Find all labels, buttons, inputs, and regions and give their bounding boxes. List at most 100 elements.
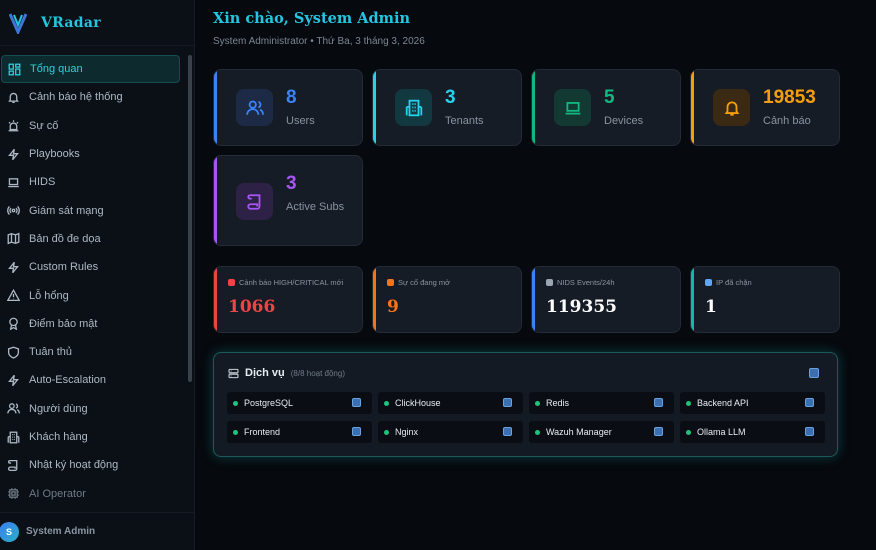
- service-detail-icon[interactable]: [805, 427, 814, 436]
- status-dot: [233, 429, 238, 435]
- sidebar-item-nhat-ky[interactable]: Nhật ký hoạt động: [0, 451, 186, 479]
- metric-title: Cảnh báo HIGH/CRITICAL mới: [239, 278, 344, 287]
- service-item[interactable]: Frontend: [227, 421, 372, 443]
- sidebar-item-canh-bao[interactable]: Cảnh báo hệ thống: [0, 83, 186, 111]
- stat-card-active-subs[interactable]: 3 Active Subs: [213, 155, 363, 246]
- service-detail-icon[interactable]: [805, 398, 814, 407]
- service-item[interactable]: Backend API: [680, 392, 825, 414]
- sidebar-item-label: Tuân thủ: [29, 346, 73, 359]
- service-name: Wazuh Manager: [546, 427, 612, 437]
- server-icon: [228, 368, 239, 378]
- service-item[interactable]: Nginx: [378, 421, 523, 443]
- service-detail-icon[interactable]: [654, 398, 663, 407]
- map-icon: [7, 233, 20, 245]
- stat-icon-box: [395, 89, 432, 126]
- service-item[interactable]: PostgreSQL: [227, 392, 372, 414]
- metric-card-high-critical[interactable]: Cảnh báo HIGH/CRITICAL mới 1066: [213, 266, 363, 333]
- sidebar-item-lo-hong[interactable]: Lỗ hổng: [0, 281, 186, 309]
- sidebar-item-su-co[interactable]: Sự cố: [0, 112, 186, 140]
- service-detail-icon[interactable]: [352, 427, 361, 436]
- stat-card-devices[interactable]: 5 Devices: [531, 69, 681, 146]
- sidebar-item-label: Cảnh báo hệ thống: [29, 91, 123, 104]
- bell-icon: [8, 92, 19, 103]
- shield-icon: [7, 346, 20, 359]
- sidebar-item-tuan-thu[interactable]: Tuân thủ: [0, 338, 186, 366]
- stat-value: 8: [286, 87, 297, 108]
- fire-icon: [387, 279, 394, 286]
- sidebar-item-ai-operator[interactable]: AI Operator: [0, 479, 186, 507]
- status-dot: [384, 400, 389, 406]
- sidebar-scrollbar[interactable]: [188, 55, 192, 382]
- metric-value: 1: [705, 297, 717, 317]
- metric-title-row: IP đã chặn: [705, 278, 752, 287]
- main-content: Xin chào, System Admin System Administra…: [195, 0, 876, 550]
- sidebar-item-nguoi-dung[interactable]: Người dùng: [0, 395, 186, 423]
- service-name: Backend API: [697, 398, 749, 408]
- users-icon: [7, 403, 20, 414]
- brand[interactable]: VRadar: [0, 0, 194, 46]
- scroll-icon: [8, 459, 18, 471]
- sidebar-item-label: Nhật ký hoạt động: [29, 459, 119, 472]
- sidebar-item-giam-sat-mang[interactable]: Giám sát mạng: [0, 196, 186, 224]
- stat-card-users[interactable]: 8 Users: [213, 69, 363, 146]
- sidebar-item-label: Khách hàng: [29, 431, 88, 443]
- warning-icon: [7, 289, 20, 302]
- status-dot: [384, 429, 389, 435]
- service-item[interactable]: Ollama LLM: [680, 421, 825, 443]
- service-detail-icon[interactable]: [503, 398, 512, 407]
- status-dot: [233, 400, 238, 406]
- stat-value: 3: [286, 173, 297, 194]
- satellite-icon: [546, 279, 553, 286]
- status-dot: [686, 400, 691, 406]
- stat-icon-box: [236, 183, 273, 220]
- laptop-icon: [8, 178, 19, 188]
- sidebar-item-label: Auto-Escalation: [29, 374, 107, 387]
- sidebar-item-label: Giám sát mạng: [29, 204, 104, 217]
- service-name: Ollama LLM: [697, 427, 746, 437]
- stat-label: Tenants: [445, 115, 484, 127]
- bell-icon: [724, 100, 739, 116]
- stat-icon-box: [554, 89, 591, 126]
- service-item[interactable]: Wazuh Manager: [529, 421, 674, 443]
- stat-card-tenants[interactable]: 3 Tenants: [372, 69, 522, 146]
- scroll-icon: [246, 193, 260, 210]
- stat-card-alerts[interactable]: 19853 Cảnh báo: [690, 69, 840, 146]
- service-detail-icon[interactable]: [503, 427, 512, 436]
- sidebar-item-label: Bản đồ đe dọa: [29, 232, 101, 245]
- sidebar-item-auto-escalation[interactable]: Auto-Escalation: [0, 366, 186, 394]
- sidebar-item-diem-bao-mat[interactable]: Điểm bảo mật: [0, 310, 186, 338]
- sidebar-item-label: Điểm bảo mật: [29, 317, 98, 330]
- sidebar-item-khach-hang[interactable]: Khách hàng: [0, 423, 186, 451]
- service-item[interactable]: ClickHouse: [378, 392, 523, 414]
- service-item[interactable]: Redis: [529, 392, 674, 414]
- sidebar-item-hids[interactable]: HIDS: [0, 168, 186, 196]
- metric-title: Sự cố đang mở: [398, 278, 451, 287]
- service-name: Frontend: [244, 427, 281, 437]
- sidebar-item-custom-rules[interactable]: Custom Rules: [0, 253, 186, 281]
- sidebar-item-label: Sự cố: [29, 119, 59, 132]
- metric-card-nids-events[interactable]: NIDS Events/24h 119355: [531, 266, 681, 333]
- sidebar-item-playbooks[interactable]: Playbooks: [0, 140, 186, 168]
- services-header: Dịch vụ (8/8 hoạt động): [228, 367, 345, 379]
- metric-card-blocked-ip[interactable]: IP đã chặn 1: [690, 266, 840, 333]
- service-detail-icon[interactable]: [352, 398, 361, 407]
- stat-label: Cảnh báo: [763, 115, 811, 127]
- brand-name: VRadar: [41, 14, 101, 31]
- building-icon: [405, 99, 422, 116]
- award-icon: [9, 317, 18, 331]
- stat-icon-box: [236, 89, 273, 126]
- service-name: ClickHouse: [395, 398, 441, 408]
- cpu-icon: [8, 488, 19, 499]
- user-footer[interactable]: S System Admin: [0, 512, 195, 550]
- metric-title: IP đã chặn: [716, 278, 752, 287]
- avatar[interactable]: S: [0, 521, 19, 542]
- service-detail-icon[interactable]: [654, 427, 663, 436]
- metric-card-open-incidents[interactable]: Sự cố đang mở 9: [372, 266, 522, 333]
- refresh-icon[interactable]: [809, 368, 819, 378]
- sidebar-item-label: Tổng quan: [30, 63, 83, 76]
- metric-value: 9: [387, 297, 399, 317]
- stat-label: Users: [286, 115, 315, 127]
- stat-label: Devices: [604, 115, 644, 127]
- sidebar-item-ban-do[interactable]: Bản đồ đe dọa: [0, 225, 186, 253]
- sidebar-item-tong-quan[interactable]: Tổng quan: [1, 55, 180, 84]
